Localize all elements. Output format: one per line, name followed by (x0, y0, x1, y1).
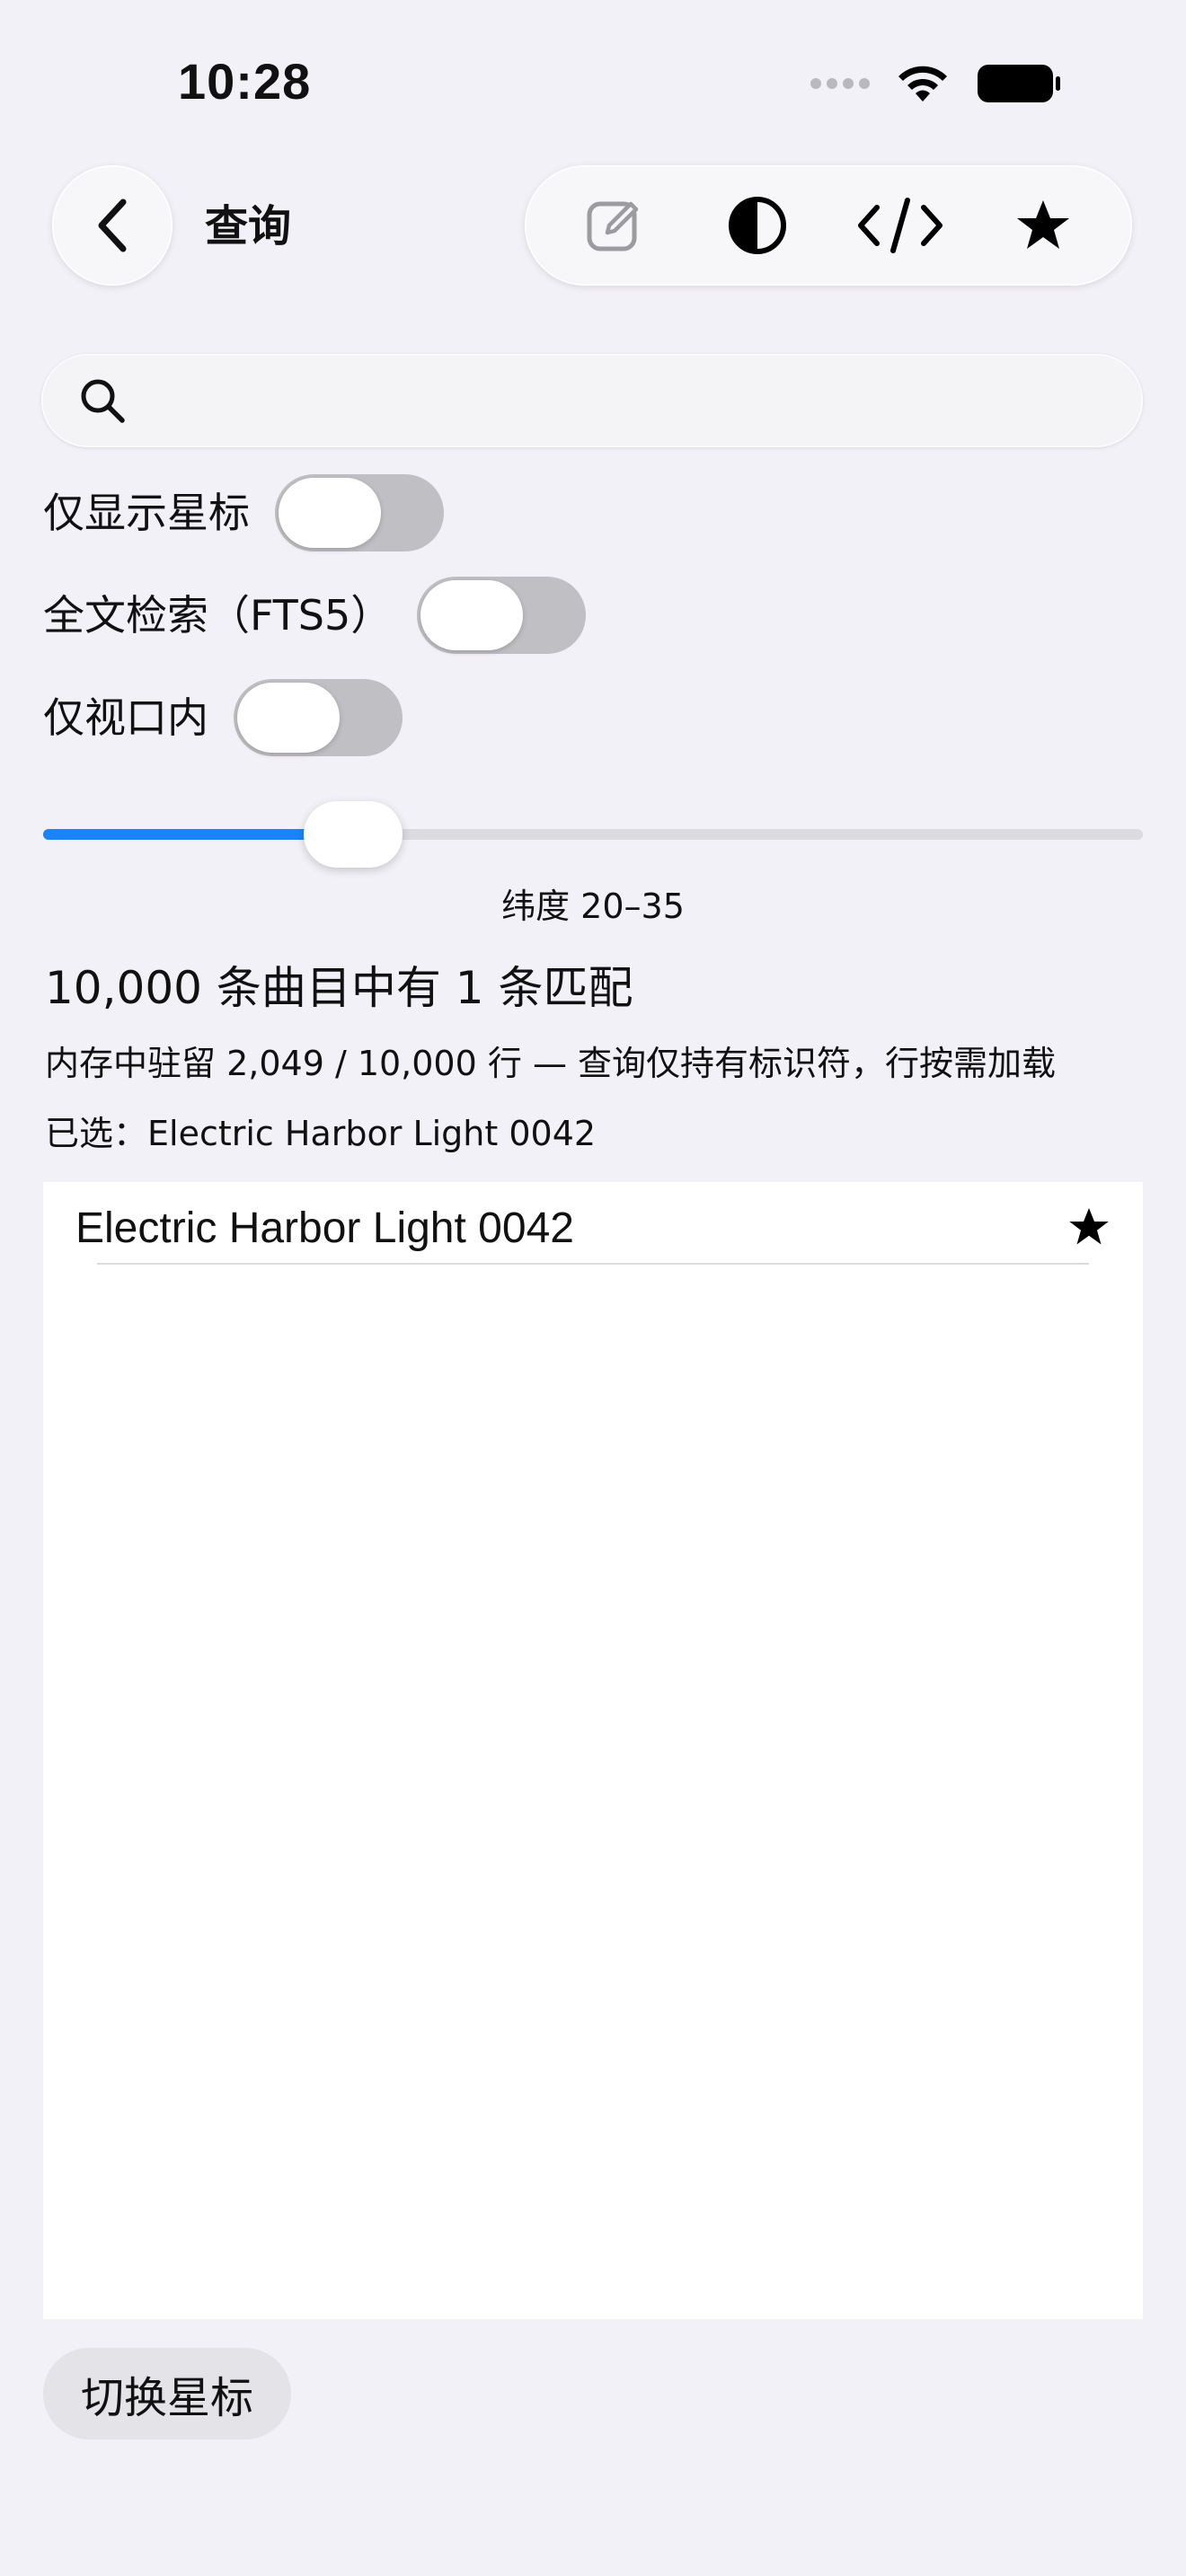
starred-only-label: 仅显示星标 (43, 489, 250, 537)
search-icon (77, 375, 128, 426)
full-text-switch[interactable] (417, 577, 587, 654)
edit-button[interactable] (561, 176, 668, 275)
edit-icon (587, 201, 638, 251)
full-text-label: 全文检索（FTS5） (43, 591, 393, 640)
full-text-row: 全文检索（FTS5） (43, 577, 587, 654)
search-field[interactable] (41, 354, 1143, 447)
status-time: 10:28 (178, 53, 312, 110)
viewport-only-row: 仅视口内 (43, 679, 403, 756)
selected-track: 已选：Electric Harbor Light 0042 (45, 1114, 597, 1153)
match-summary: 10,000 条曲目中有 1 条匹配 (45, 962, 633, 1014)
memory-note: 内存中驻留 2,049 / 10,000 行 — 查询仅持有标识符，行按需加载 (45, 1044, 1057, 1083)
toggle-star-button[interactable]: 切换星标 (43, 2348, 292, 2439)
status-indicators (810, 61, 1062, 106)
starred-only-switch[interactable] (275, 474, 444, 551)
page-title: 查询 (205, 201, 292, 251)
toolbar (525, 165, 1132, 286)
search-input[interactable] (128, 378, 1143, 423)
result-list: Electric Harbor Light 0042 (43, 1182, 1143, 2319)
viewport-only-label: 仅视口内 (43, 693, 208, 742)
latitude-slider[interactable] (43, 798, 1143, 869)
contrast-button[interactable] (704, 176, 811, 275)
cellular-signal-icon (810, 78, 870, 89)
favorite-button[interactable] (989, 176, 1097, 275)
contrast-icon (728, 197, 786, 254)
list-divider (97, 1263, 1089, 1265)
list-item-title: Electric Harbor Light 0042 (75, 1204, 574, 1252)
chevron-left-icon (98, 198, 127, 252)
back-button[interactable] (52, 165, 173, 286)
viewport-only-switch[interactable] (234, 679, 403, 756)
switch-knob (279, 478, 381, 548)
list-item[interactable]: Electric Harbor Light 0042 (43, 1182, 1143, 1268)
code-icon (857, 198, 943, 253)
wifi-icon (895, 62, 951, 105)
battery-icon (976, 62, 1062, 105)
latitude-range-label: 纬度 20–35 (501, 887, 685, 926)
switch-knob (237, 683, 340, 753)
switch-knob (420, 580, 524, 650)
star-icon (1067, 1205, 1111, 1252)
star-icon (1016, 200, 1069, 249)
code-button[interactable] (846, 176, 954, 275)
slider-thumb[interactable] (303, 801, 403, 868)
starred-only-row: 仅显示星标 (43, 474, 444, 551)
